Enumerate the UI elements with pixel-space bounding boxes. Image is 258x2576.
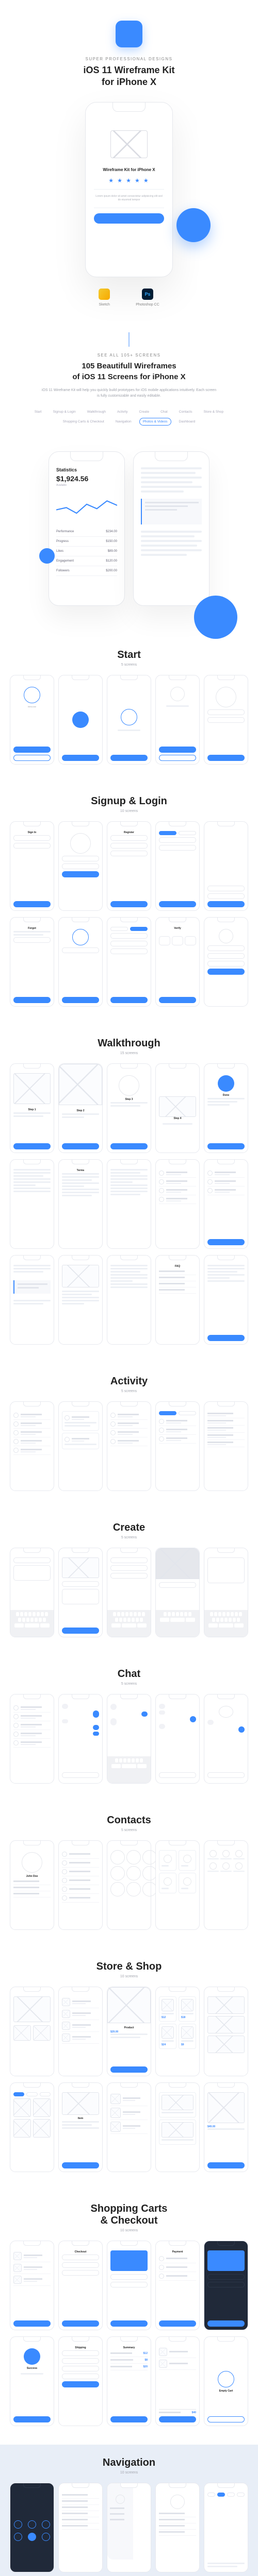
hero: Super professional designs iOS 11 Wirefr… [0,0,258,337]
cat-pill[interactable]: Dashboard [175,418,199,426]
accent-line [129,332,130,347]
stats-value: $1,924.56 [56,474,117,483]
hero-title: iOS 11 Wireframe Kit for iPhone X [15,64,243,89]
app-icon [116,21,142,47]
category-pills: Start Signup & Login Walkthrough Activit… [26,408,232,426]
screen [155,675,200,765]
screen [204,675,248,765]
intro-title: 105 Beautifull Wireframes of iOS 11 Scre… [15,361,243,382]
tools-row: Sketch Ps Photoshop CC [15,289,243,307]
section-sub: 15 screens [7,1052,251,1055]
showcase-phone-stats: Statistics $1,924.56 Available Performan… [49,451,125,606]
intro: See all 105+ screens 105 Beautifull Wire… [0,337,258,436]
screen [107,675,151,765]
hero-card-title: Wireframe Kit for iPhone X [94,167,164,172]
primary-button[interactable] [13,747,51,753]
cat-pill[interactable]: Signup & Login [50,408,79,416]
tool-sketch: Sketch [99,289,110,307]
cat-pill[interactable]: Activity [114,408,132,416]
cat-pill[interactable]: Create [136,408,153,416]
section-contacts: Contacts 5 screens John Doe [0,1802,258,1948]
section-sub: 5 screens [7,663,251,667]
stats-rows: Performance$234.00 Progress$150.00 Likes… [56,527,117,576]
photoshop-icon: Ps [142,289,153,300]
cat-pill-active[interactable]: Photos & Videos [139,418,171,426]
showcase: Statistics $1,924.56 Available Performan… [0,436,258,637]
stats-label: Statistics [56,467,117,472]
intro-body: iOS 11 Wireframe Kit will help you quick… [41,387,217,399]
image-placeholder [110,130,148,158]
cat-pill[interactable]: Store & Shop [200,408,227,416]
cta-button[interactable] [94,213,164,224]
hero-tagline: Super professional designs [15,57,243,61]
text-placeholder [141,467,202,493]
screen [58,675,103,765]
intro-overline: See all 105+ screens [15,353,243,358]
section-chat: Chat 5 screens [0,1656,258,1802]
section-title: Signup & Login [7,795,251,807]
showcase-phone-article [133,451,209,606]
stats-chart [56,492,117,520]
cat-pill[interactable]: Walkthrough [84,408,109,416]
stats-sub: Available [56,484,117,487]
phone-notch [112,103,146,112]
accent-bubble [176,208,211,242]
cat-pill[interactable]: Navigation [112,418,135,426]
tool-photoshop: Ps Photoshop CC [136,289,159,307]
screen: Welcome [10,675,54,765]
keyboard[interactable] [10,1610,54,1637]
accent-bubble [39,548,55,564]
section-title: Walkthrough [7,1038,251,1049]
section-signup: Signup & Login 10 screens Sign In Regist… [0,783,258,1025]
section-walkthrough: Walkthrough 15 screens Step 1 Step 2 Ste… [0,1025,258,1363]
section-sub: 10 screens [7,809,251,813]
cat-pill[interactable]: Shopping Carts & Checkout [59,418,108,426]
section-create: Create 5 screens [0,1510,258,1656]
sketch-icon [99,289,110,300]
star-rating: ★ ★ ★ ★ ★ [94,177,164,184]
cat-pill[interactable]: Contacts [175,408,196,416]
section-activity: Activity 5 screens [0,1363,258,1510]
section-nav: Navigation 10 screens [0,2445,258,2576]
cat-pill[interactable]: Chat [157,408,171,416]
hero-desc-text: Lorem ipsum dolor sit amet consectetur a… [94,195,164,202]
accent-bubble [194,596,237,639]
section-store: Store & Shop 10 screens Product$29.00 $1… [0,1948,258,2191]
section-start: Start 5 screens Welcome [0,637,258,783]
quote-block [141,499,202,524]
secondary-button[interactable] [13,755,51,761]
section-title: Start [7,649,251,661]
section-cart: Shopping Carts & Checkout 10 screens Che… [0,2191,258,2445]
hero-phone: Wireframe Kit for iPhone X ★ ★ ★ ★ ★ Lor… [85,102,173,277]
cat-pill[interactable]: Start [31,408,45,416]
